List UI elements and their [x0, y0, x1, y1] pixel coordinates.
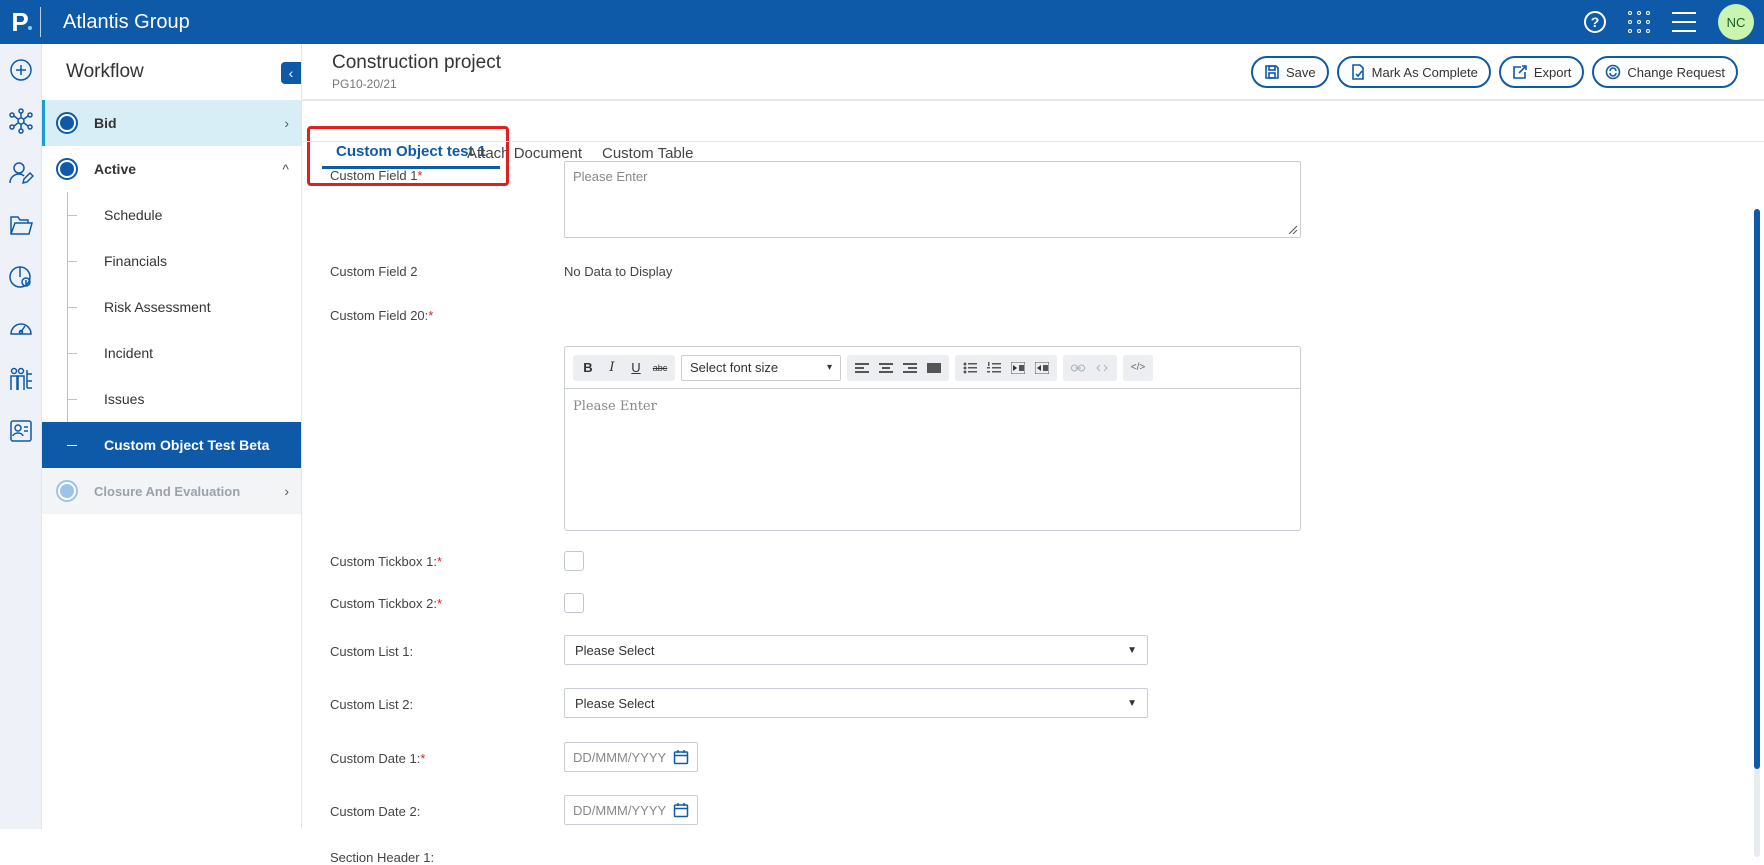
align-right-icon[interactable]: [898, 356, 922, 380]
rich-text-editor[interactable]: B I U abc Select font size ▾ </> Please …: [564, 346, 1301, 531]
budget-icon[interactable]: [8, 264, 34, 290]
align-left-icon[interactable]: [850, 356, 874, 380]
custom-field-1-input[interactable]: Please Enter: [564, 161, 1301, 238]
custom-list-1-label: Custom List 1:: [330, 644, 414, 659]
calendar-icon[interactable]: [673, 802, 689, 818]
custom-list-2-label: Custom List 2:: [330, 697, 414, 712]
caret-down-icon: ▾: [826, 362, 832, 373]
workflow-title: Workflow: [66, 61, 144, 82]
chevron-right-icon: ›: [284, 115, 289, 131]
custom-field-1-placeholder: Please Enter: [573, 169, 648, 184]
people-hierarchy-icon[interactable]: [8, 366, 34, 392]
strikethrough-button[interactable]: abc: [648, 356, 672, 380]
source-code-icon[interactable]: </>: [1126, 356, 1150, 380]
source-group: </>: [1123, 354, 1153, 381]
user-avatar[interactable]: NC: [1718, 4, 1754, 40]
custom-date-2-input[interactable]: DD/MMM/YYYY: [564, 795, 698, 825]
stage-closure-and-evaluation[interactable]: Closure And Evaluation ›: [42, 468, 301, 514]
editor-toolbar: B I U abc Select font size ▾ </>: [565, 347, 1300, 389]
custom-list-2-value: Please Select: [575, 695, 655, 711]
custom-field-20-label: Custom Field 20:*: [330, 308, 434, 323]
align-center-icon[interactable]: [874, 356, 898, 380]
top-right-controls: ? NC: [1584, 0, 1754, 44]
profile-card-icon[interactable]: [8, 418, 34, 444]
custom-list-2-select[interactable]: Please Select ▼: [564, 688, 1148, 718]
custom-date-1-placeholder: DD/MMM/YYYY: [573, 749, 667, 765]
custom-field-1-label: Custom Field 1*: [330, 168, 423, 183]
app-title: Atlantis Group: [63, 10, 190, 33]
collapse-sidebar-button[interactable]: ‹: [281, 62, 301, 84]
active-substeps: Schedule Financials Risk Assessment Inci…: [42, 192, 301, 468]
unlink-icon[interactable]: [1090, 356, 1114, 380]
custom-field-2-value: No Data to Display: [564, 264, 673, 279]
custom-tickbox-2[interactable]: [564, 593, 584, 613]
outdent-icon[interactable]: [1030, 356, 1054, 380]
format-group: B I U abc: [573, 354, 675, 381]
dashboard-icon[interactable]: [8, 315, 34, 341]
hamburger-menu-icon[interactable]: [1672, 12, 1696, 32]
substep-financials[interactable]: Financials: [42, 238, 301, 284]
custom-date-2-placeholder: DD/MMM/YYYY: [573, 802, 667, 818]
font-size-value: Select font size: [690, 360, 779, 375]
custom-date-1-label: Custom Date 1:*: [330, 751, 426, 766]
bold-button[interactable]: B: [576, 356, 600, 380]
custom-list-1-select[interactable]: Please Select ▼: [564, 635, 1148, 665]
custom-date-1-input[interactable]: DD/MMM/YYYY: [564, 742, 698, 772]
custom-tickbox-1-label: Custom Tickbox 1:*: [330, 554, 442, 569]
apps-grid-icon[interactable]: [1628, 11, 1650, 33]
icon-rail: [0, 44, 42, 829]
numbered-list-icon[interactable]: [982, 356, 1006, 380]
help-icon[interactable]: ?: [1584, 11, 1606, 33]
stage-active[interactable]: Active ^: [42, 146, 301, 192]
stage-label: Bid: [94, 115, 117, 131]
align-justify-icon[interactable]: [922, 356, 946, 380]
workflow-header: Workflow ‹: [42, 44, 301, 100]
caret-down-icon: ▼: [1127, 697, 1137, 709]
workflow-sidebar: Workflow ‹ Bid › Active ^ Schedule Finan…: [42, 44, 302, 829]
indent-icon[interactable]: [1006, 356, 1030, 380]
custom-field-2-label: Custom Field 2: [330, 264, 418, 279]
italic-button[interactable]: I: [600, 356, 624, 380]
logo-separator: [40, 7, 41, 37]
network-icon[interactable]: [8, 108, 34, 134]
substep-risk-assessment[interactable]: Risk Assessment: [42, 284, 301, 330]
stage-label: Active: [94, 161, 137, 177]
app-logo[interactable]: P: [0, 0, 40, 44]
stage-status-icon: [56, 158, 78, 180]
user-edit-icon[interactable]: [8, 160, 35, 186]
bullet-list-icon[interactable]: [958, 356, 982, 380]
calendar-icon[interactable]: [673, 749, 689, 765]
link-icon[interactable]: [1066, 356, 1090, 380]
list-group: [955, 354, 1057, 381]
substep-custom-object-test-beta[interactable]: Custom Object Test Beta: [42, 422, 301, 468]
substep-schedule[interactable]: Schedule: [42, 192, 301, 238]
align-group: [847, 354, 949, 381]
font-size-select[interactable]: Select font size ▾: [681, 354, 841, 381]
stage-status-icon: [56, 480, 78, 502]
caret-down-icon: ▼: [1127, 644, 1137, 656]
folders-icon[interactable]: [8, 212, 34, 238]
stage-status-icon: [56, 112, 78, 134]
custom-date-2-label: Custom Date 2:: [330, 804, 421, 819]
main-content: Construction project PG10-20/21 Save Mar…: [302, 44, 1764, 865]
substep-incident[interactable]: Incident: [42, 330, 301, 376]
plus-circle-icon[interactable]: [8, 57, 34, 83]
underline-button[interactable]: U: [624, 356, 648, 380]
custom-list-1-value: Please Select: [575, 642, 655, 658]
top-bar: P Atlantis Group ? NC: [0, 0, 1764, 44]
scrollbar-thumb[interactable]: [1754, 209, 1760, 769]
stage-label: Closure And Evaluation: [94, 483, 241, 499]
custom-tickbox-1[interactable]: [564, 551, 584, 571]
resize-handle-icon[interactable]: [1287, 224, 1297, 234]
chevron-right-icon: ›: [284, 483, 289, 499]
section-header-1-label: Section Header 1:: [330, 850, 435, 865]
link-group: [1063, 354, 1117, 381]
substep-issues[interactable]: Issues: [42, 376, 301, 422]
editor-body[interactable]: Please Enter: [565, 389, 1300, 424]
stage-bid[interactable]: Bid ›: [42, 100, 301, 146]
custom-tickbox-2-label: Custom Tickbox 2:*: [330, 596, 442, 611]
custom-object-form: Custom Field 1* Please Enter Custom Fiel…: [302, 44, 1764, 865]
chevron-up-icon: ^: [282, 161, 289, 177]
